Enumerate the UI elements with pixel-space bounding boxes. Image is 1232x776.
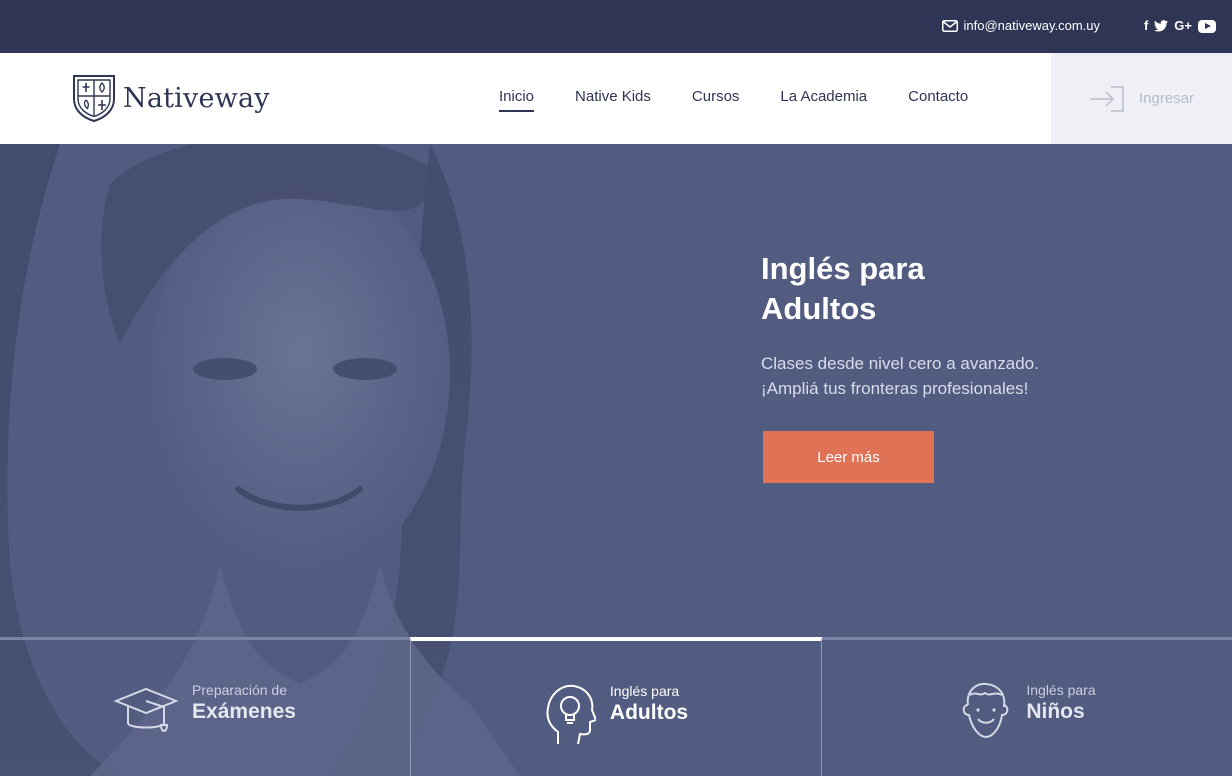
tab-ninos-text: Inglés para Niños (1026, 681, 1095, 725)
hero-subtitle: Clases desde nivel cero a avanzado. ¡Amp… (761, 351, 1121, 401)
contact-email-text: info@nativeway.com.uy (963, 18, 1100, 33)
nav-item-inicio[interactable]: Inicio (499, 88, 535, 112)
tab-adultos[interactable]: Inglés para Adultos (410, 637, 822, 776)
login-button[interactable]: Ingresar (1051, 53, 1232, 144)
hero-title: Inglés para Adultos (761, 249, 1121, 329)
nav-item-cursos[interactable]: Cursos (692, 88, 740, 109)
twitter-icon[interactable] (1154, 20, 1169, 32)
tab-ninos[interactable]: Inglés para Niños (822, 637, 1232, 776)
social-links: f G+ (1144, 17, 1216, 35)
tab-adultos-small: Inglés para (609, 683, 680, 699)
main-nav: Inicio Native Kids Cursos La Academia Co… (499, 88, 968, 112)
hero-subtitle-line2: ¡Ampliá tus fronteras profesionales! (761, 379, 1029, 398)
nav-item-contacto[interactable]: Contacto (908, 88, 968, 109)
hero-title-line2: Adultos (761, 291, 877, 326)
nav-item-la-academia[interactable]: La Academia (780, 88, 867, 109)
shield-crest-icon (73, 75, 115, 123)
head-lightbulb-icon (546, 684, 596, 745)
tab-adultos-big: Adultos (609, 701, 689, 724)
envelope-icon (942, 19, 959, 32)
brand-name: Nativeway (123, 82, 270, 114)
tab-examenes-big: Exámenes (192, 700, 296, 723)
graduation-cap-icon (114, 687, 179, 732)
sign-in-icon (1089, 85, 1124, 112)
brand-logo[interactable]: Nativeway (71, 73, 270, 123)
contact-email-link[interactable]: info@nativeway.com.uy (942, 18, 1100, 33)
hero-title-line1: Inglés para (761, 251, 925, 286)
login-label: Ingresar (1138, 90, 1195, 107)
youtube-icon[interactable] (1198, 19, 1216, 33)
tab-examenes[interactable]: Preparación de Exámenes (0, 637, 410, 776)
google-plus-icon[interactable]: G+ (1174, 17, 1192, 35)
tab-examenes-small: Preparación de (192, 682, 287, 698)
nav-item-native-kids[interactable]: Native Kids (575, 88, 651, 109)
tab-examenes-text: Preparación de Exámenes (192, 681, 296, 725)
hero-subtitle-line1: Clases desde nivel cero a avanzado. (761, 354, 1039, 373)
facebook-icon[interactable]: f (1144, 17, 1148, 35)
read-more-button[interactable]: Leer más (763, 431, 934, 483)
child-face-icon (962, 682, 1009, 739)
course-tabs: Preparación de Exámenes Inglés para Adul… (0, 637, 1232, 776)
main-header: Nativeway Inicio Native Kids Cursos La A… (0, 53, 1232, 144)
tab-ninos-small: Inglés para (1026, 682, 1096, 698)
top-bar: info@nativeway.com.uy f G+ (0, 0, 1232, 53)
tab-adultos-text: Inglés para Adultos (610, 682, 688, 726)
hero-copy: Inglés para Adultos Clases desde nivel c… (761, 249, 1121, 401)
tab-ninos-big: Niños (1026, 700, 1085, 723)
